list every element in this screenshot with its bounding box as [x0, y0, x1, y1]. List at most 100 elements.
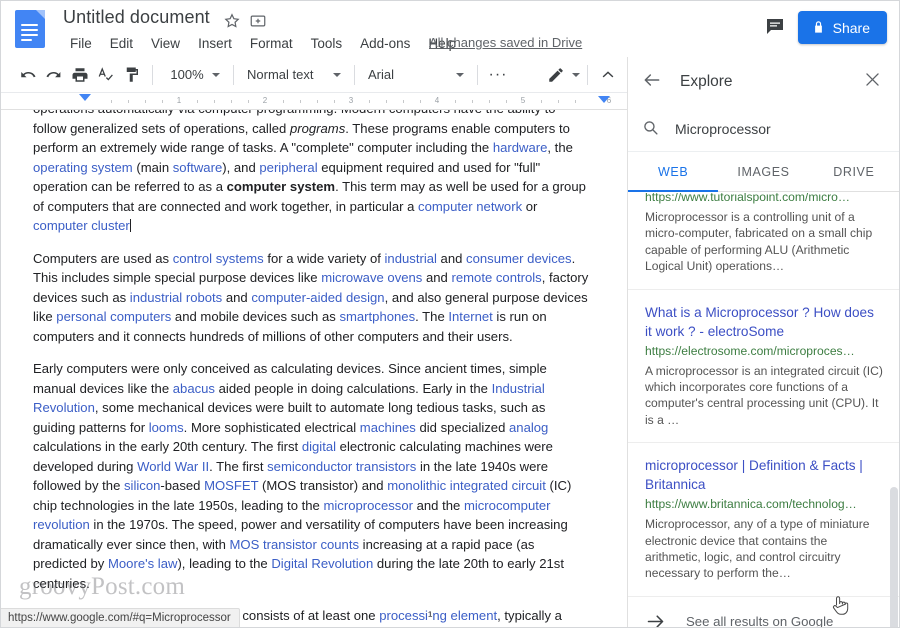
- document-link[interactable]: microwave ovens: [321, 270, 422, 285]
- move-to-folder-icon[interactable]: [249, 12, 269, 32]
- document-link[interactable]: computer network: [418, 199, 522, 214]
- status-url: https://www.google.com/#q=Microprocessor: [8, 612, 231, 624]
- search-result-snippet: A microprocessor is an integrated circui…: [645, 363, 883, 427]
- chevron-down-icon: [333, 72, 341, 77]
- left-indent-marker[interactable]: [79, 94, 91, 101]
- save-status-label[interactable]: All changes saved in Drive: [429, 35, 582, 50]
- document-canvas[interactable]: operations automatically via computer pr…: [1, 110, 629, 627]
- document-link[interactable]: analog: [509, 420, 548, 435]
- document-link[interactable]: Digital Revolution: [271, 556, 373, 571]
- document-link[interactable]: computer cluster: [33, 218, 130, 233]
- document-link[interactable]: abacus: [173, 381, 215, 396]
- spellcheck-icon[interactable]: [93, 62, 119, 88]
- document-link[interactable]: control systems: [173, 251, 264, 266]
- ruler-number: 1: [176, 96, 182, 105]
- star-icon[interactable]: [223, 12, 243, 32]
- document-link[interactable]: digital: [302, 439, 336, 454]
- document-link[interactable]: peripheral: [259, 160, 317, 175]
- more-toolbar-options-icon[interactable]: ···: [485, 62, 511, 88]
- toolbar-right-group: [543, 62, 629, 88]
- document-link[interactable]: machines: [360, 420, 416, 435]
- search-result-url: https://www.britannica.com/technolog…: [645, 497, 857, 512]
- ruler-number: 5: [520, 96, 526, 105]
- search-result-item[interactable]: microprocessor | Definition & Facts | Br…: [628, 443, 899, 597]
- toolbar-divider: [152, 64, 153, 85]
- tab-drive[interactable]: DRIVE: [809, 152, 899, 191]
- document-link[interactable]: operating system: [33, 160, 133, 175]
- explore-search-input[interactable]: [675, 120, 887, 137]
- paragraph-style-select[interactable]: Normal text: [241, 62, 347, 88]
- menu-format[interactable]: Format: [241, 33, 302, 54]
- document-link[interactable]: microprocessor: [323, 498, 413, 513]
- menu-view[interactable]: View: [142, 33, 189, 54]
- paint-format-icon[interactable]: [119, 62, 145, 88]
- document-title[interactable]: Untitled document: [63, 7, 210, 28]
- comment-history-icon[interactable]: [763, 15, 789, 41]
- explore-tabs: WEB IMAGES DRIVE: [628, 152, 899, 192]
- search-result-title[interactable]: What is a Microprocessor ? How does it w…: [645, 303, 884, 341]
- document-text: for a wide variety of: [263, 250, 385, 266]
- explore-panel-header: Explore: [628, 57, 899, 106]
- document-text: . More sophisticated electrical: [183, 419, 360, 435]
- menu-edit[interactable]: Edit: [101, 33, 142, 54]
- document-link[interactable]: ng element: [432, 608, 497, 623]
- document-link[interactable]: computer-aided design: [251, 290, 384, 305]
- zoom-select[interactable]: 100%: [160, 62, 226, 88]
- document-link[interactable]: semiconductor transistors: [267, 459, 416, 474]
- document-paragraph[interactable]: Early computers were only conceived as c…: [33, 359, 591, 593]
- arrow-right-icon: [645, 611, 667, 627]
- arrow-left-icon[interactable]: [642, 70, 666, 94]
- document-link[interactable]: silicon: [124, 478, 160, 493]
- share-button[interactable]: Share: [797, 11, 887, 44]
- document-link[interactable]: industrial robots: [130, 290, 222, 305]
- document-text: , the: [547, 140, 573, 155]
- document-link[interactable]: personal computers: [56, 309, 171, 324]
- document-link[interactable]: software: [173, 160, 223, 175]
- document-text: . The: [415, 309, 449, 324]
- document-paragraph[interactable]: Computers are used as control systems fo…: [33, 249, 591, 347]
- chevron-up-icon[interactable]: [595, 62, 621, 88]
- google-docs-logo-icon: [15, 10, 45, 48]
- ruler-numbers: 1 2 3 4 5 6: [1, 94, 629, 109]
- document-paragraph[interactable]: operations automatically via computer pr…: [33, 110, 591, 236]
- menu-tools[interactable]: Tools: [302, 33, 352, 54]
- document-link[interactable]: processi: [379, 608, 428, 623]
- explore-panel-scrollbar-thumb[interactable]: [890, 487, 898, 627]
- document-link[interactable]: Moore's law: [108, 556, 177, 571]
- see-all-results-link[interactable]: See all results on Google: [628, 597, 899, 627]
- document-link[interactable]: looms: [149, 420, 184, 435]
- document-link[interactable]: Internet: [448, 309, 492, 324]
- editing-mode-select[interactable]: [543, 62, 580, 88]
- redo-icon[interactable]: [41, 62, 67, 88]
- document-link[interactable]: remote controls: [451, 270, 541, 285]
- undo-icon[interactable]: [15, 62, 41, 88]
- tab-web[interactable]: WEB: [628, 152, 719, 192]
- explore-results-list[interactable]: Microprocessor - Tutorialspoint https://…: [628, 193, 899, 627]
- document-link[interactable]: consumer devices: [466, 251, 572, 266]
- close-icon[interactable]: [863, 70, 887, 94]
- font-family-select[interactable]: Arial: [362, 62, 470, 88]
- document-page[interactable]: operations automatically via computer pr…: [1, 110, 613, 627]
- right-indent-marker[interactable]: [598, 96, 610, 103]
- document-link[interactable]: World War II: [137, 459, 209, 474]
- document-link[interactable]: MOSFET: [204, 478, 258, 493]
- pencil-icon[interactable]: [543, 62, 569, 88]
- document-link[interactable]: hardware: [493, 140, 548, 155]
- menu-insert[interactable]: Insert: [189, 33, 241, 54]
- tab-images[interactable]: IMAGES: [718, 152, 808, 191]
- menu-addons[interactable]: Add-ons: [351, 33, 419, 54]
- search-result-item[interactable]: What is a Microprocessor ? How does it w…: [628, 290, 899, 444]
- document-text: and: [436, 250, 467, 266]
- menu-file[interactable]: File: [61, 33, 101, 54]
- document-link[interactable]: MOS transistor counts: [230, 537, 360, 552]
- horizontal-ruler[interactable]: 1 2 3 4 5 6: [1, 93, 629, 110]
- explore-panel-scrollbar[interactable]: [890, 237, 898, 627]
- document-link[interactable]: smartphones: [339, 309, 415, 324]
- print-icon[interactable]: [67, 62, 93, 88]
- toolbar-divider: [233, 64, 234, 85]
- ruler-number: 4: [434, 96, 440, 105]
- document-link[interactable]: monolithic integrated circuit: [387, 478, 546, 493]
- search-result-title[interactable]: microprocessor | Definition & Facts | Br…: [645, 456, 884, 494]
- document-link[interactable]: industrial: [385, 251, 437, 266]
- search-result-item[interactable]: Microprocessor - Tutorialspoint https://…: [628, 193, 899, 290]
